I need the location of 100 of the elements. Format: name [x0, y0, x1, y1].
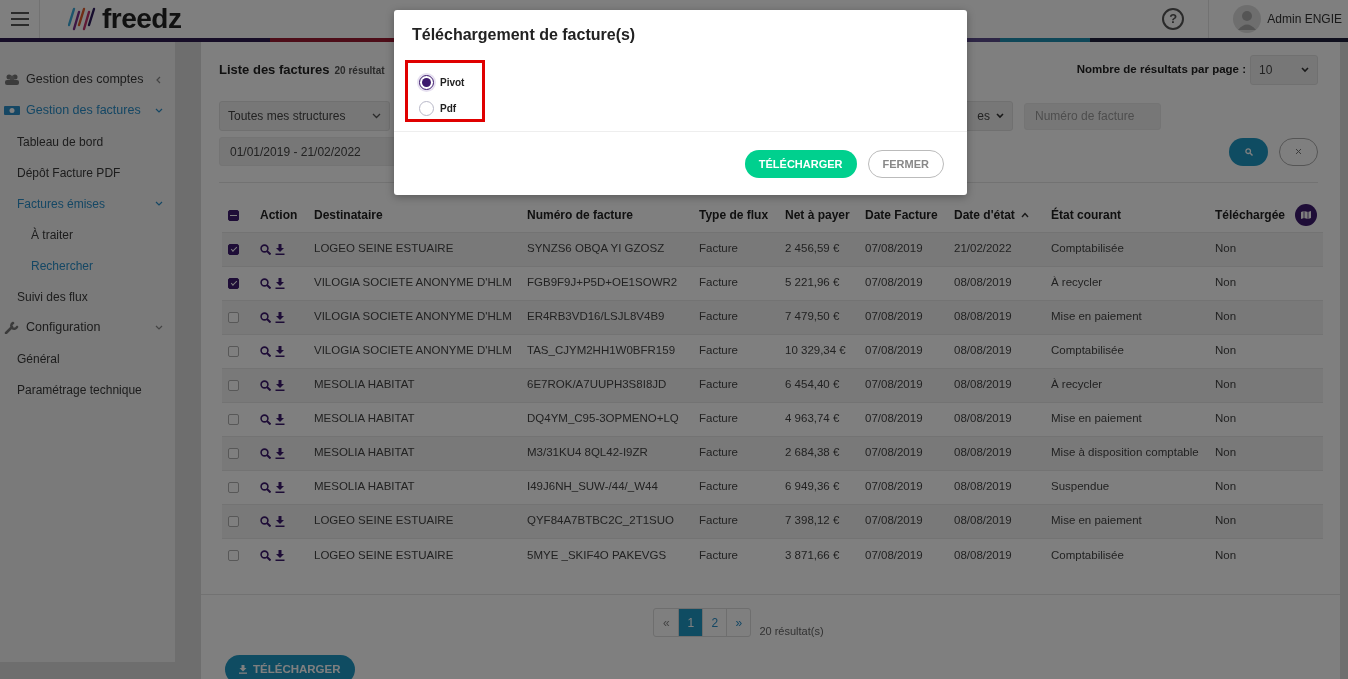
- recipient-cell: MESOLIA HABITAT: [314, 412, 415, 425]
- close-button[interactable]: FERMER: [867, 150, 944, 178]
- status-cell: Suspendue: [1051, 480, 1110, 493]
- status-date-cell: 21/02/2022: [954, 242, 1012, 255]
- column-header[interactable]: Téléchargée: [1215, 205, 1286, 224]
- download-icon[interactable]: [275, 379, 285, 391]
- download-icon[interactable]: [275, 413, 285, 425]
- column-settings-button[interactable]: [1295, 203, 1317, 226]
- download-icon[interactable]: [275, 277, 285, 289]
- search-icon[interactable]: [260, 277, 271, 289]
- sidebar-item[interactable]: Dépôt Facture PDF: [0, 157, 175, 188]
- per-page-select[interactable]: 10: [1250, 55, 1318, 85]
- download-icon[interactable]: [275, 345, 285, 357]
- structure-select[interactable]: Toutes mes structures: [219, 101, 390, 131]
- invoice-number-cell: I49J6NH_SUW-/44/_W44: [527, 480, 658, 493]
- invoice-date-cell: 07/08/2019: [865, 276, 923, 289]
- search-icon[interactable]: [260, 515, 271, 527]
- sidebar-item[interactable]: Suivi des flux: [0, 281, 175, 312]
- sidebar-item[interactable]: Paramétrage technique: [0, 374, 175, 405]
- row-checkbox[interactable]: [228, 345, 239, 357]
- amount-cell: 6 454,40 €: [785, 378, 840, 391]
- recipient-cell: LOGEO SEINE ESTUAIRE: [314, 514, 454, 527]
- search-icon[interactable]: [260, 447, 271, 459]
- amount-cell: 5 221,96 €: [785, 276, 840, 289]
- radio-button[interactable]: [419, 74, 434, 90]
- download-icon: [239, 665, 247, 674]
- flow-type-cell: Facture: [699, 378, 738, 391]
- downloaded-cell: Non: [1215, 378, 1237, 391]
- status-cell: Comptabilisée: [1051, 548, 1124, 561]
- sidebar-item[interactable]: Général: [0, 343, 175, 374]
- row-checkbox[interactable]: [228, 413, 239, 425]
- select-all-checkbox[interactable]: [228, 210, 239, 222]
- search-icon[interactable]: [260, 311, 271, 323]
- search-icon[interactable]: [260, 379, 271, 391]
- flow-type-cell: Facture: [699, 446, 738, 459]
- downloaded-cell: Non: [1215, 242, 1237, 255]
- page-link[interactable]: 2: [702, 609, 727, 636]
- column-header[interactable]: Date d'état: [954, 205, 1029, 224]
- column-header[interactable]: État courant: [1051, 205, 1121, 224]
- row-checkbox[interactable]: [228, 277, 239, 289]
- download-icon[interactable]: [275, 549, 285, 561]
- search-icon[interactable]: [260, 243, 271, 255]
- recipient-cell: VILOGIA SOCIETE ANONYME D'HLM: [314, 310, 512, 323]
- search-icon[interactable]: [260, 345, 271, 357]
- downloaded-cell: Non: [1215, 480, 1237, 493]
- row-checkbox[interactable]: [228, 311, 239, 323]
- downloaded-cell: Non: [1215, 310, 1237, 323]
- column-header[interactable]: Date Facture: [865, 205, 938, 224]
- radio-button[interactable]: [419, 100, 434, 116]
- download-button[interactable]: TÉLÉCHARGER: [744, 150, 857, 178]
- flow-type-cell: Facture: [699, 412, 738, 425]
- search-icon[interactable]: [260, 413, 271, 425]
- downloaded-cell: Non: [1215, 344, 1237, 357]
- status-date-cell: 08/08/2019: [954, 446, 1012, 459]
- people-icon: [4, 73, 20, 86]
- chevron-icon: [155, 75, 163, 84]
- search-button[interactable]: [1229, 137, 1268, 166]
- column-header[interactable]: Net à payer: [785, 205, 850, 224]
- status-cell: Comptabilisée: [1051, 242, 1124, 255]
- sidebar-item[interactable]: Gestion des factures: [0, 95, 175, 126]
- flow-type-cell: Facture: [699, 480, 738, 493]
- page-link[interactable]: 1: [678, 609, 703, 636]
- status-date-cell: 08/08/2019: [954, 310, 1012, 323]
- column-header[interactable]: Destinataire: [314, 205, 383, 224]
- search-icon[interactable]: [260, 549, 271, 561]
- downloaded-cell: Non: [1215, 446, 1237, 459]
- download-button[interactable]: TÉLÉCHARGER: [225, 655, 355, 679]
- invoice-date-cell: 07/08/2019: [865, 514, 923, 527]
- format-option[interactable]: Pdf: [419, 95, 482, 121]
- row-checkbox[interactable]: [228, 515, 239, 527]
- menu-icon[interactable]: [10, 12, 29, 26]
- sidebar-item[interactable]: À traiter: [0, 219, 175, 250]
- help-button[interactable]: ?: [1162, 8, 1185, 30]
- logo[interactable]: freedz: [68, 5, 182, 33]
- row-checkbox[interactable]: [228, 481, 239, 493]
- row-checkbox[interactable]: [228, 379, 239, 391]
- row-checkbox[interactable]: [228, 243, 239, 255]
- download-icon[interactable]: [275, 447, 285, 459]
- page-link[interactable]: »: [726, 609, 751, 636]
- sidebar-item[interactable]: Gestion des comptes: [0, 64, 175, 95]
- row-checkbox[interactable]: [228, 550, 239, 562]
- sidebar-item[interactable]: Configuration: [0, 312, 175, 343]
- format-option[interactable]: Pivot: [419, 69, 482, 95]
- download-icon[interactable]: [275, 243, 285, 255]
- sidebar-item[interactable]: Tableau de bord: [0, 126, 175, 157]
- column-header[interactable]: Type de flux: [699, 205, 769, 224]
- downloaded-cell: Non: [1215, 412, 1237, 425]
- row-checkbox[interactable]: [228, 447, 239, 459]
- status-cell: Mise en paiement: [1051, 310, 1142, 323]
- result-count: 20 résultat: [334, 63, 385, 78]
- sidebar-item[interactable]: Rechercher: [0, 250, 175, 281]
- column-header[interactable]: Numéro de facture: [527, 205, 634, 224]
- download-icon[interactable]: [275, 311, 285, 323]
- user-name[interactable]: Admin ENGIE: [1267, 10, 1342, 28]
- search-icon[interactable]: [260, 481, 271, 493]
- sort-icon: [1020, 211, 1029, 218]
- download-icon[interactable]: [275, 481, 285, 493]
- sidebar-item[interactable]: Factures émises: [0, 188, 175, 219]
- page-link[interactable]: «: [654, 609, 679, 636]
- download-icon[interactable]: [275, 515, 285, 527]
